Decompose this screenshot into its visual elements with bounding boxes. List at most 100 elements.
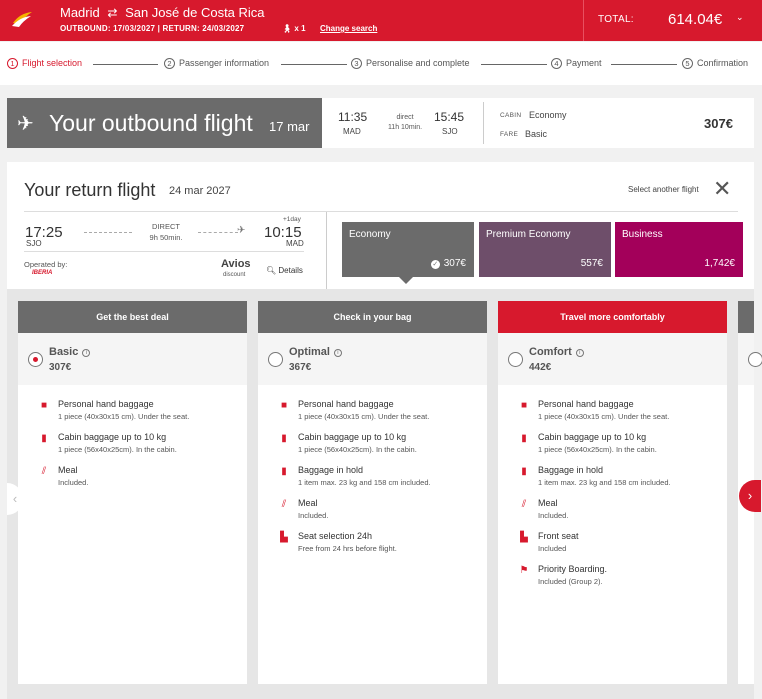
outbound-departure-time: 11:35 (338, 110, 368, 124)
fare-option-name-text: Comfort (529, 346, 572, 358)
step-number: 2 (164, 58, 175, 70)
front-seat-icon: ▙ (520, 532, 528, 543)
feature-subtitle: Included. (58, 478, 89, 487)
outbound-stops: direct (396, 114, 414, 121)
fare-price: 1,742€ (704, 258, 735, 269)
return-departure-airport: SJO (26, 239, 42, 248)
priority-boarding-icon: ⚑ (519, 565, 529, 576)
feature-title: Meal (298, 498, 318, 508)
personal-bag-icon: ■ (280, 400, 288, 411)
fare-option-summary: Basic i 307€ (18, 333, 247, 385)
return-date-label: RETURN: 24/03/2027 (162, 24, 245, 33)
step-label: Passenger information (179, 58, 270, 68)
step-divider (481, 64, 547, 65)
checked-bag-icon: ▮ (521, 466, 527, 477)
step-payment: 4 Payment (551, 58, 602, 70)
step-number: 3 (351, 58, 362, 70)
cabin-bag-icon: ▮ (281, 433, 287, 444)
outbound-date: 17 mar (269, 119, 310, 134)
feature-subtitle: Included. (538, 511, 569, 520)
feature-subtitle: 1 piece (56x40x25cm). In the cabin. (538, 445, 657, 454)
feature-title: Meal (538, 498, 558, 508)
step-divider (93, 64, 158, 65)
destination-city: San José de Costa Rica (125, 5, 265, 20)
fare-radio[interactable] (268, 352, 283, 367)
feature-title: Cabin baggage up to 10 kg (58, 432, 167, 442)
select-another-flight-link[interactable]: Select another flight (628, 185, 699, 194)
operated-by-label: Operated by: (24, 260, 68, 269)
divider (326, 212, 327, 289)
feature-title: Baggage in hold (538, 465, 604, 475)
outbound-title-block: ✈ Your outbound flight 17 mar (7, 98, 322, 148)
outbound-title: Your outbound flight (49, 110, 253, 136)
progress-steps: 1 Flight selection 2 Passenger information… (0, 42, 762, 85)
fare-option-summary: Optimal i 367€ (258, 333, 487, 385)
seat-selection-icon: ▙ (280, 532, 288, 543)
outbound-departure-airport: MAD (343, 127, 361, 136)
feature-title: Front seat (538, 531, 579, 541)
fare-price: 307€ (443, 258, 466, 269)
route-line (84, 232, 132, 233)
fare-price: 557€ (580, 258, 603, 269)
fare-option-optimal[interactable]: Check in your bag Optimal i 367€ ■ Persona… (258, 301, 487, 684)
origin-city: Madrid (60, 5, 100, 20)
step-label: Payment (566, 58, 602, 68)
fare-options-area: ‹ Get the best deal Basic i 307€ ■ Persona… (7, 289, 762, 699)
avios-discount-label: discount (223, 272, 246, 278)
info-icon[interactable]: i (82, 349, 91, 357)
close-icon[interactable]: ✕ (713, 178, 731, 200)
details-link[interactable]: 🔍︎ Details (266, 266, 303, 275)
fare-name: Economy (349, 229, 391, 240)
divider (483, 102, 484, 144)
total-price-toggle[interactable]: TOTAL: 614.04€ ⌄ (583, 0, 762, 41)
fare-option-price: 307€ (49, 362, 72, 373)
booking-header: Madrid ⇄ San José de Costa Rica OUTBOUND… (0, 0, 762, 41)
change-search-link[interactable]: Change search (320, 24, 377, 33)
fare-economy[interactable]: Economy ✓ 307€ (342, 222, 474, 277)
fare-option-name: Optimal i (289, 346, 342, 358)
fare-option-basic[interactable]: Get the best deal Basic i 307€ ■ Personal … (18, 301, 247, 684)
fare-name: Premium Economy (486, 229, 571, 240)
divider (24, 251, 304, 252)
feature-title: Cabin baggage up to 10 kg (538, 432, 647, 442)
feature-subtitle: 1 piece (40x30x15 cm). Under the seat. (298, 412, 430, 421)
outbound-arrival-airport: SJO (442, 127, 458, 136)
outbound-flight-summary[interactable]: ✈ Your outbound flight 17 mar 11:35 MAD … (7, 98, 754, 148)
fare-option-comfort[interactable]: Travel more comfortably Comfort i 442€ ■ P… (498, 301, 727, 684)
fare-business[interactable]: Business 1,742€ (615, 222, 743, 277)
chevron-down-icon: ⌄ (736, 12, 744, 22)
personal-bag-icon: ■ (520, 400, 528, 411)
magnifier-icon: 🔍︎ (266, 266, 279, 275)
fare-radio[interactable] (508, 352, 523, 367)
feature-subtitle: 1 item max. 23 kg and 158 cm included. (298, 478, 431, 487)
details-label: Details (278, 266, 303, 275)
next-day-indicator: +1day (283, 216, 301, 223)
total-amount: 614.04€ (668, 11, 723, 28)
feature-subtitle: Included (538, 544, 567, 553)
fare-option-price: 442€ (529, 362, 552, 373)
feature-subtitle: 1 piece (40x30x15 cm). Under the seat. (538, 412, 670, 421)
info-icon[interactable]: i (333, 349, 342, 357)
airplane-icon: ✈ (17, 113, 34, 135)
feature-subtitle: Included (Group 2). (538, 577, 603, 586)
fare-radio[interactable] (28, 352, 43, 367)
check-icon: ✓ (430, 260, 440, 269)
outbound-arrival-time: 15:45 (434, 110, 465, 124)
total-label: TOTAL: (598, 14, 634, 25)
fare-premium-economy[interactable]: Premium Economy 557€ (479, 222, 611, 277)
return-title: Your return flight (24, 180, 156, 200)
feature-subtitle: 1 piece (40x30x15 cm). Under the seat. (58, 412, 190, 421)
fare-option-header: Travel more comfortably (498, 301, 727, 333)
info-icon[interactable]: i (575, 349, 584, 357)
feature-subtitle: 1 piece (56x40x25cm). In the cabin. (58, 445, 177, 454)
step-number: 4 (551, 58, 562, 70)
step-label: Personalise and complete (366, 58, 470, 68)
cabin-label: CABIN (500, 112, 522, 119)
return-arrival-airport: MAD (286, 239, 304, 248)
fare-option-price: 367€ (289, 362, 312, 373)
step-passenger-information: 2 Passenger information (164, 58, 270, 70)
feature-title: Cabin baggage up to 10 kg (298, 432, 407, 442)
feature-subtitle: Included. (298, 511, 329, 520)
cabin-bag-icon: ▮ (521, 433, 527, 444)
fare-radio[interactable] (748, 352, 762, 367)
